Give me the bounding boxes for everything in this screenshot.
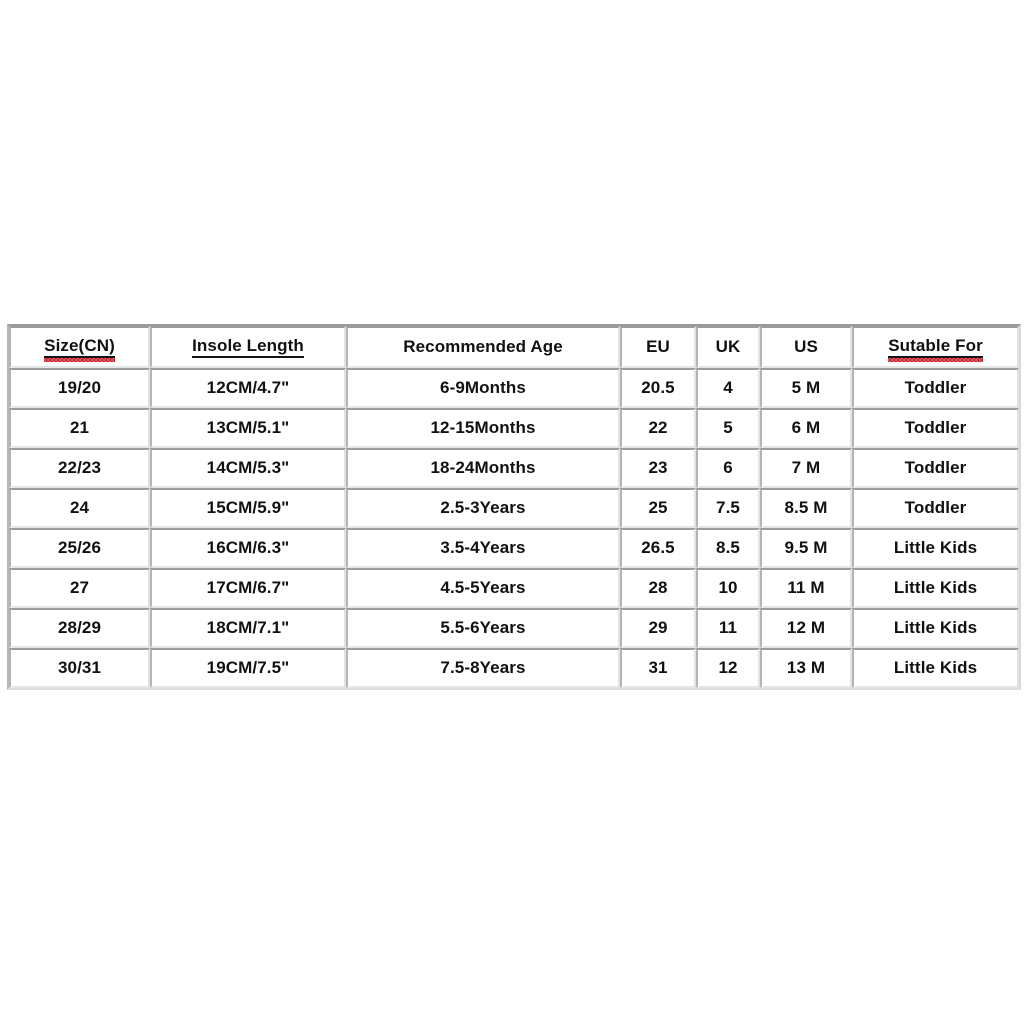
cell-insole-length: 15CM/5.9" <box>150 488 346 528</box>
cell-eu: 25 <box>620 488 696 528</box>
cell-suitable-for: Little Kids <box>852 648 1019 688</box>
suitable-for-header-label: Sutable For <box>888 336 983 362</box>
cell-insole-length: 13CM/5.1" <box>150 408 346 448</box>
cell-size-cn: 30/31 <box>9 648 150 688</box>
cell-size-cn: 28/29 <box>9 608 150 648</box>
cell-size-cn: 19/20 <box>9 368 150 408</box>
cell-us: 6 M <box>760 408 852 448</box>
cell-uk: 12 <box>696 648 760 688</box>
column-header-recommended-age: Recommended Age <box>346 326 620 368</box>
cell-recommended-age: 6-9Months <box>346 368 620 408</box>
cell-size-cn: 25/26 <box>9 528 150 568</box>
cell-eu: 28 <box>620 568 696 608</box>
cell-eu: 23 <box>620 448 696 488</box>
cell-uk: 7.5 <box>696 488 760 528</box>
cell-suitable-for: Toddler <box>852 368 1019 408</box>
size-chart-container: Size(CN) Insole Length Recommended Age E… <box>7 324 1021 690</box>
table-row: 19/20 12CM/4.7" 6-9Months 20.5 4 5 M Tod… <box>9 368 1019 408</box>
cell-uk: 5 <box>696 408 760 448</box>
column-header-suitable-for: Sutable For <box>852 326 1019 368</box>
table-row: 27 17CM/6.7" 4.5-5Years 28 10 11 M Littl… <box>9 568 1019 608</box>
size-chart-body: Size(CN) Insole Length Recommended Age E… <box>9 326 1019 688</box>
cell-recommended-age: 12-15Months <box>346 408 620 448</box>
table-row: 22/23 14CM/5.3" 18-24Months 23 6 7 M Tod… <box>9 448 1019 488</box>
cell-uk: 8.5 <box>696 528 760 568</box>
cell-suitable-for: Toddler <box>852 408 1019 448</box>
cell-suitable-for: Little Kids <box>852 568 1019 608</box>
cell-insole-length: 19CM/7.5" <box>150 648 346 688</box>
cell-eu: 20.5 <box>620 368 696 408</box>
table-row: 25/26 16CM/6.3" 3.5-4Years 26.5 8.5 9.5 … <box>9 528 1019 568</box>
insole-length-header-label: Insole Length <box>192 336 304 358</box>
column-header-uk: UK <box>696 326 760 368</box>
table-row: 24 15CM/5.9" 2.5-3Years 25 7.5 8.5 M Tod… <box>9 488 1019 528</box>
table-header-row: Size(CN) Insole Length Recommended Age E… <box>9 326 1019 368</box>
cell-eu: 31 <box>620 648 696 688</box>
cell-uk: 4 <box>696 368 760 408</box>
cell-recommended-age: 5.5-6Years <box>346 608 620 648</box>
cell-us: 9.5 M <box>760 528 852 568</box>
cell-uk: 6 <box>696 448 760 488</box>
cell-uk: 10 <box>696 568 760 608</box>
cell-uk: 11 <box>696 608 760 648</box>
cell-recommended-age: 7.5-8Years <box>346 648 620 688</box>
size-cn-header-label: Size(CN) <box>44 336 115 362</box>
cell-recommended-age: 4.5-5Years <box>346 568 620 608</box>
cell-insole-length: 17CM/6.7" <box>150 568 346 608</box>
cell-size-cn: 24 <box>9 488 150 528</box>
table-row: 30/31 19CM/7.5" 7.5-8Years 31 12 13 M Li… <box>9 648 1019 688</box>
cell-size-cn: 22/23 <box>9 448 150 488</box>
cell-size-cn: 27 <box>9 568 150 608</box>
column-header-insole-length: Insole Length <box>150 326 346 368</box>
size-chart-table: Size(CN) Insole Length Recommended Age E… <box>7 324 1021 690</box>
cell-suitable-for: Little Kids <box>852 528 1019 568</box>
cell-insole-length: 12CM/4.7" <box>150 368 346 408</box>
cell-eu: 26.5 <box>620 528 696 568</box>
column-header-us: US <box>760 326 852 368</box>
cell-us: 7 M <box>760 448 852 488</box>
cell-recommended-age: 18-24Months <box>346 448 620 488</box>
cell-us: 13 M <box>760 648 852 688</box>
eu-header-label: EU <box>646 337 670 356</box>
cell-us: 8.5 M <box>760 488 852 528</box>
table-row: 28/29 18CM/7.1" 5.5-6Years 29 11 12 M Li… <box>9 608 1019 648</box>
cell-us: 12 M <box>760 608 852 648</box>
cell-us: 11 M <box>760 568 852 608</box>
column-header-size-cn: Size(CN) <box>9 326 150 368</box>
table-row: 21 13CM/5.1" 12-15Months 22 5 6 M Toddle… <box>9 408 1019 448</box>
column-header-eu: EU <box>620 326 696 368</box>
cell-recommended-age: 3.5-4Years <box>346 528 620 568</box>
cell-insole-length: 14CM/5.3" <box>150 448 346 488</box>
recommended-age-header-label: Recommended Age <box>403 337 563 356</box>
cell-size-cn: 21 <box>9 408 150 448</box>
cell-suitable-for: Toddler <box>852 488 1019 528</box>
cell-eu: 22 <box>620 408 696 448</box>
cell-insole-length: 18CM/7.1" <box>150 608 346 648</box>
cell-eu: 29 <box>620 608 696 648</box>
cell-suitable-for: Little Kids <box>852 608 1019 648</box>
cell-suitable-for: Toddler <box>852 448 1019 488</box>
uk-header-label: UK <box>715 337 741 356</box>
cell-recommended-age: 2.5-3Years <box>346 488 620 528</box>
cell-us: 5 M <box>760 368 852 408</box>
us-header-label: US <box>794 337 818 356</box>
cell-insole-length: 16CM/6.3" <box>150 528 346 568</box>
